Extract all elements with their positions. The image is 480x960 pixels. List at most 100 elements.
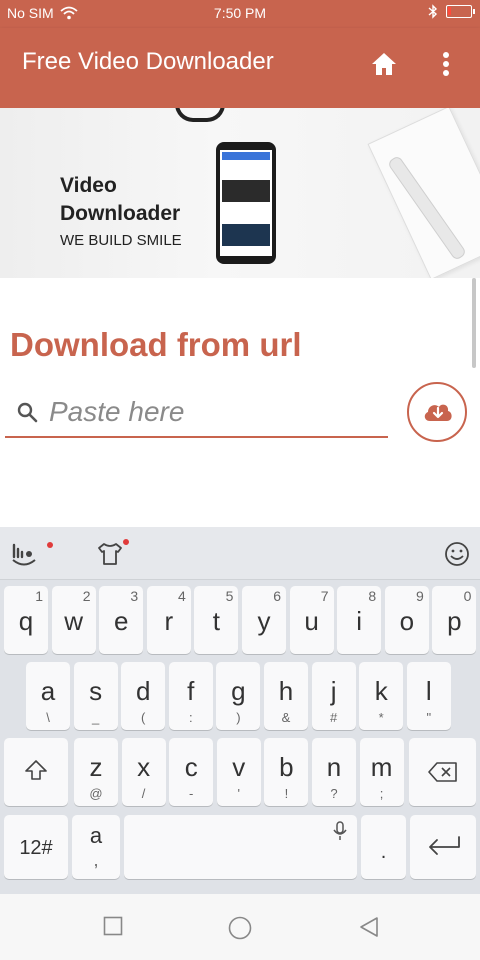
key-letter: c (184, 752, 198, 782)
language-comma-key[interactable]: a , (72, 815, 120, 879)
key-hint: 7 (320, 588, 329, 604)
key-y[interactable]: 6y (242, 586, 286, 654)
key-symbol: ( (141, 710, 146, 725)
key-letter: h (278, 676, 294, 706)
screen: No SIM 7:50 PM Free Video Downloader Vid… (0, 0, 480, 960)
key-t[interactable]: 5t (194, 586, 239, 654)
key-d[interactable]: d( (121, 662, 166, 730)
key-letter: t (212, 606, 220, 636)
numbers-key-label: 12# (19, 837, 53, 859)
key-hint: 5 (225, 588, 234, 604)
key-f[interactable]: f: (168, 662, 213, 730)
key-l[interactable]: l " (406, 662, 451, 730)
app-bar: Free Video Downloader (0, 28, 480, 108)
key-g[interactable]: g) (216, 662, 261, 730)
key-q[interactable]: 1q (4, 586, 48, 654)
key-letter: s (89, 676, 103, 706)
lang-key-sub: , (93, 850, 99, 870)
status-bar: No SIM 7:50 PM (0, 0, 480, 28)
key-letter: n (326, 752, 342, 782)
emoji-icon[interactable] (442, 539, 472, 569)
lang-key-main: a (89, 823, 103, 848)
key-letter: b (279, 752, 294, 782)
key-letter: m (370, 752, 393, 782)
space-key[interactable] (124, 815, 357, 879)
key-hint: 9 (416, 588, 424, 604)
key-p[interactable]: 0p (432, 586, 477, 654)
key-letter: q (18, 606, 34, 636)
home-icon[interactable] (370, 50, 398, 78)
key-b[interactable]: b! (264, 738, 309, 806)
key-letter: u (304, 606, 319, 636)
key-letter: e (113, 606, 129, 636)
backspace-key[interactable] (409, 738, 476, 806)
key-letter: g (231, 676, 246, 706)
key-symbol: @ (89, 786, 103, 801)
banner-tagline: WE BUILD SMILE (60, 232, 182, 249)
key-letter: z (89, 752, 103, 782)
key-symbol: - (189, 786, 194, 801)
key-h[interactable]: h & (264, 662, 308, 730)
key-s[interactable]: s _ (73, 662, 118, 730)
key-j[interactable]: j # (311, 662, 356, 730)
numbers-symbols-key[interactable]: 12# (4, 815, 68, 879)
key-hint: 1 (35, 588, 43, 604)
section-title: Download from url (10, 326, 302, 363)
key-symbol: : (188, 710, 193, 725)
key-v[interactable]: v ' (216, 738, 261, 806)
key-symbol: ! (284, 786, 289, 801)
key-symbol: \ (46, 710, 50, 725)
url-search-field[interactable] (5, 388, 388, 438)
more-vertical-icon[interactable] (434, 48, 458, 80)
key-c[interactable]: c- (169, 738, 214, 806)
key-letter: i (356, 606, 363, 636)
key-o[interactable]: 9o (384, 586, 429, 654)
voice-typing-icon[interactable] (10, 539, 40, 569)
key-hint: 4 (178, 588, 186, 604)
enter-key[interactable] (410, 815, 476, 879)
shift-icon (25, 760, 47, 780)
key-e[interactable]: 3e (99, 586, 144, 654)
theme-shirt-icon[interactable] (95, 539, 125, 569)
main-content: Download from url (0, 278, 480, 528)
scrollbar[interactable] (472, 278, 476, 368)
shift-key[interactable] (4, 738, 68, 806)
banner-title-line1: Video (60, 174, 117, 197)
key-n[interactable]: n? (312, 738, 356, 806)
key-letter: y (257, 606, 271, 636)
key-symbol: ; (379, 786, 384, 801)
period-key[interactable]: . (361, 815, 406, 879)
key-symbol: & (281, 710, 291, 725)
notification-dot (47, 542, 53, 548)
key-letter: j (330, 676, 337, 706)
key-hint: 3 (130, 588, 139, 604)
download-button[interactable] (407, 382, 467, 442)
key-w[interactable]: 2w (51, 586, 96, 654)
backspace-icon (428, 762, 457, 782)
key-i[interactable]: 8i (337, 586, 382, 654)
key-u[interactable]: 7u (289, 586, 334, 654)
back-triangle-icon[interactable] (358, 916, 380, 938)
enter-icon (429, 836, 460, 855)
recents-square-icon[interactable] (103, 916, 123, 936)
key-symbol: * (378, 710, 384, 725)
key-k[interactable]: k * (359, 662, 404, 730)
key-symbol: / (141, 786, 146, 801)
promo-banner[interactable]: Video Downloader WE BUILD SMILE (0, 108, 480, 278)
app-title: Free Video Downloader (22, 48, 274, 75)
key-letter: a (40, 676, 56, 706)
home-circle-icon[interactable] (228, 916, 252, 940)
key-a[interactable]: a \ (26, 662, 70, 730)
banner-title-line2: Downloader (60, 202, 181, 225)
key-m[interactable]: m; (359, 738, 404, 806)
system-nav-bar (0, 894, 480, 960)
key-z[interactable]: z @ (74, 738, 118, 806)
key-r[interactable]: 4r (146, 586, 191, 654)
glasses-decoration (175, 108, 225, 122)
key-x[interactable]: x / (121, 738, 166, 806)
key-symbol: # (329, 710, 338, 725)
url-input[interactable] (49, 393, 379, 431)
key-letter: r (164, 606, 174, 636)
key-letter: w (64, 606, 83, 636)
key-hint: 6 (273, 588, 281, 604)
